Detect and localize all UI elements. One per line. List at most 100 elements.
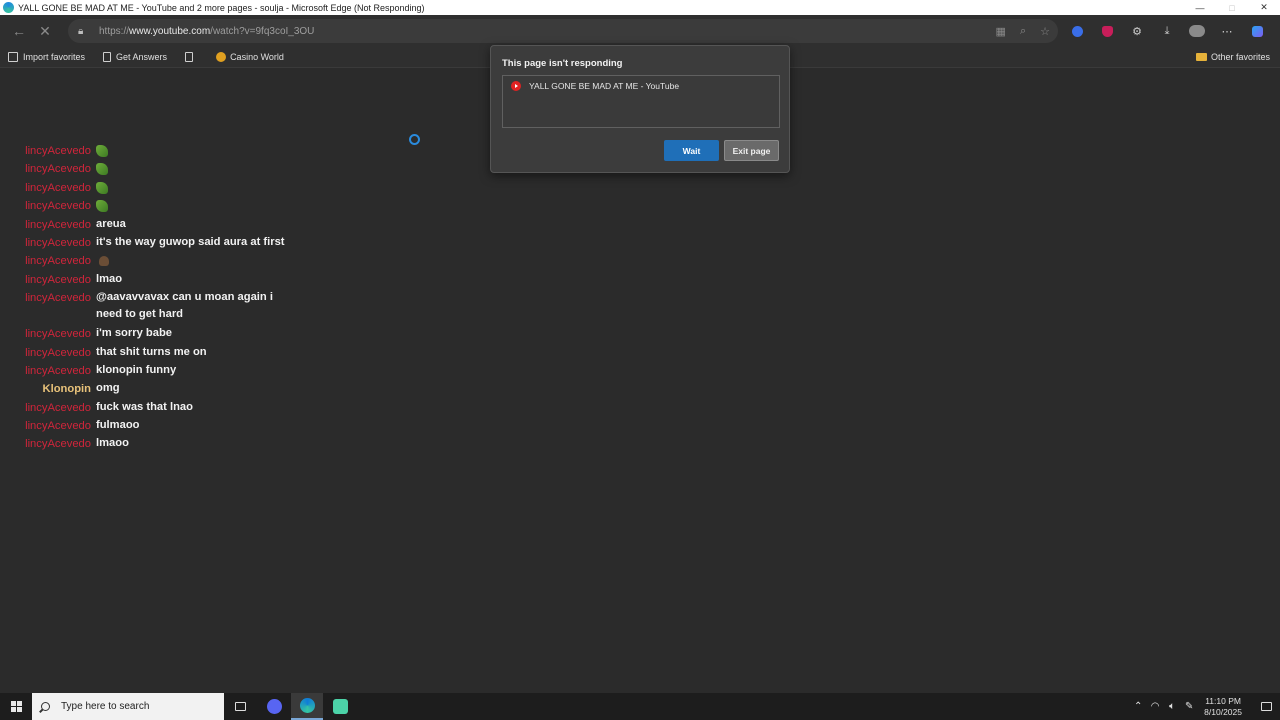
chat-username: lincyAcevedo — [25, 145, 91, 157]
chat-message: areua — [96, 217, 126, 230]
task-view-button[interactable] — [224, 693, 256, 720]
close-button[interactable]: ✕ — [1248, 0, 1280, 15]
chat-username: lincyAcevedo — [25, 346, 91, 359]
app-available-icon[interactable]: ▦ — [996, 25, 1006, 38]
clock-time: 11:10 PM — [1205, 695, 1241, 706]
extensions-area: ⚙ ⤓ ⋯ — [1068, 19, 1266, 43]
back-arrow-icon: ← — [12, 23, 26, 39]
chat-username: lincyAcevedo — [25, 292, 91, 305]
address-bar[interactable]: 🔒︎ https://www.youtube.com/watch?v=9fq3c… — [68, 19, 1058, 43]
network-icon[interactable]: ◠ — [1147, 701, 1163, 712]
favorite-get-answers[interactable]: Get Answers — [103, 52, 167, 62]
other-favorites-label: Other favorites — [1210, 52, 1270, 62]
chat-row: lincyAcevedo lmao — [0, 271, 300, 289]
copilot-icon[interactable] — [1248, 22, 1266, 40]
chat-row: lincyAcevedo — [0, 160, 300, 178]
chat-message: fuck was that lnao — [96, 400, 193, 413]
app-taskbar-button[interactable] — [324, 693, 356, 720]
more-menu-icon[interactable]: ⋯ — [1218, 22, 1236, 40]
wait-button[interactable]: Wait — [664, 140, 719, 161]
chat-username: lincyAcevedo — [25, 255, 91, 268]
unresponsive-page-item[interactable]: YALL GONE BE MAD AT ME - YouTube — [511, 81, 779, 91]
chat-message: fulmaoo — [96, 419, 140, 432]
notifications-button[interactable] — [1252, 702, 1280, 711]
favorite-import[interactable]: Import favorites — [8, 52, 85, 62]
window-controls: — □ ✕ — [1184, 0, 1280, 15]
extensions-puzzle-icon[interactable]: ⚙ — [1128, 22, 1146, 40]
maximize-button[interactable]: □ — [1216, 0, 1248, 15]
url-prefix: https:// — [99, 25, 130, 37]
clock-date: 8/10/2025 — [1204, 706, 1242, 717]
favorite-blank-page[interactable] — [185, 52, 198, 62]
discord-taskbar-button[interactable] — [258, 693, 290, 720]
volume-icon[interactable]: 🔈︎ — [1164, 701, 1180, 712]
favorite-label: Get Answers — [116, 52, 168, 62]
favorite-casino-world[interactable]: Casino World — [216, 52, 284, 62]
brown-emoji-icon — [99, 256, 109, 267]
chat-message: i'm sorry babe — [96, 327, 173, 340]
green-emoji-icon — [96, 163, 108, 176]
clock[interactable]: 11:10 PM 8/10/2025 — [1204, 696, 1242, 718]
chat-row: lincyAcevedo klonopin funny — [0, 362, 300, 380]
browser-toolbar: ← ✕ 🔒︎ https://www.youtube.com/watch?v=9… — [0, 15, 1280, 47]
chat-row: lincyAcevedo @aavavvavax can u moan again… — [0, 289, 300, 325]
edge-taskbar-button[interactable] — [291, 693, 323, 720]
chat-username: lincyAcevedo — [25, 163, 91, 176]
chat-row: lincyAcevedo — [0, 252, 300, 270]
edge-app-icon — [3, 2, 14, 13]
chat-row: lincyAcevedo — [0, 197, 300, 215]
other-favorites[interactable]: Other favorites — [1195, 52, 1270, 62]
show-hidden-icons-chevron-icon[interactable]: ⌃ — [1130, 701, 1146, 712]
green-emoji-icon — [96, 145, 108, 157]
chat-message — [96, 252, 286, 272]
chat-username: lincyAcevedo — [25, 420, 91, 433]
windows-logo-icon — [10, 701, 22, 712]
url-host: www.youtube.com — [129, 25, 211, 37]
chat-row: Klonopin omg — [0, 380, 300, 398]
green-app-icon — [332, 699, 348, 714]
chat-username: lincyAcevedo — [25, 364, 91, 377]
taskbar-search-box[interactable]: Type here to search — [32, 693, 224, 720]
chat-message: lmao — [96, 272, 123, 285]
chat-username: lincyAcevedo — [25, 236, 91, 249]
favorite-label: Casino World — [230, 52, 284, 62]
address-bar-actions: ▦ ⌕ ☆ — [996, 19, 1050, 43]
edge-icon — [299, 698, 315, 713]
window-titlebar: YALL GONE BE MAD AT ME - YouTube and 2 m… — [0, 0, 1280, 15]
discord-icon — [266, 699, 282, 714]
search-icon — [41, 702, 50, 711]
stop-icon: ✕ — [39, 22, 51, 39]
loading-cursor-icon — [409, 134, 420, 145]
downloads-icon[interactable]: ⤓ — [1158, 22, 1176, 40]
lock-icon[interactable]: 🔒︎ — [78, 26, 92, 37]
search-placeholder: Type here to search — [61, 701, 150, 712]
profile-avatar[interactable] — [1188, 22, 1206, 40]
pen-icon[interactable]: ✎ — [1181, 701, 1197, 712]
chat-username: lincyAcevedo — [25, 273, 91, 286]
notification-icon — [1260, 702, 1272, 711]
exit-page-button[interactable]: Exit page — [724, 140, 779, 161]
chat-row: lincyAcevedo lmaoo — [0, 435, 300, 453]
extension-shield-icon[interactable] — [1098, 22, 1116, 40]
unresponsive-page-title: YALL GONE BE MAD AT ME - YouTube — [529, 81, 680, 91]
start-button[interactable] — [0, 693, 32, 720]
system-tray: ⌃ ◠ 🔈︎ ✎ 11:10 PM 8/10/2025 — [1130, 693, 1280, 720]
chat-message: it's the way guwop said aura at first — [96, 235, 285, 248]
green-emoji-icon — [96, 200, 108, 213]
green-emoji-icon — [96, 181, 108, 194]
minimize-button[interactable]: — — [1184, 0, 1216, 15]
unresponsive-pages-list: YALL GONE BE MAD AT ME - YouTube — [502, 75, 780, 128]
chat-message: klonopin funny — [96, 363, 177, 376]
stop-loading-button[interactable]: ✕ — [32, 18, 58, 44]
zoom-icon[interactable]: ⌕ — [1020, 25, 1026, 38]
extension-blue-icon[interactable] — [1068, 22, 1086, 40]
chat-log: lincyAcevedo lincyAcevedo lincyAcevedo l… — [0, 142, 300, 454]
chat-row: lincyAcevedo it's the way guwop said aura… — [0, 234, 300, 252]
window-title: YALL GONE BE MAD AT ME - YouTube and 2 m… — [18, 2, 425, 13]
chat-username: lincyAcevedo — [25, 218, 91, 231]
chat-username: lincyAcevedo — [25, 181, 91, 194]
chat-username: lincyAcevedo — [25, 438, 91, 451]
back-button[interactable]: ← — [6, 18, 32, 44]
favorite-star-icon[interactable]: ☆ — [1040, 25, 1050, 38]
task-view-icon — [234, 702, 246, 711]
